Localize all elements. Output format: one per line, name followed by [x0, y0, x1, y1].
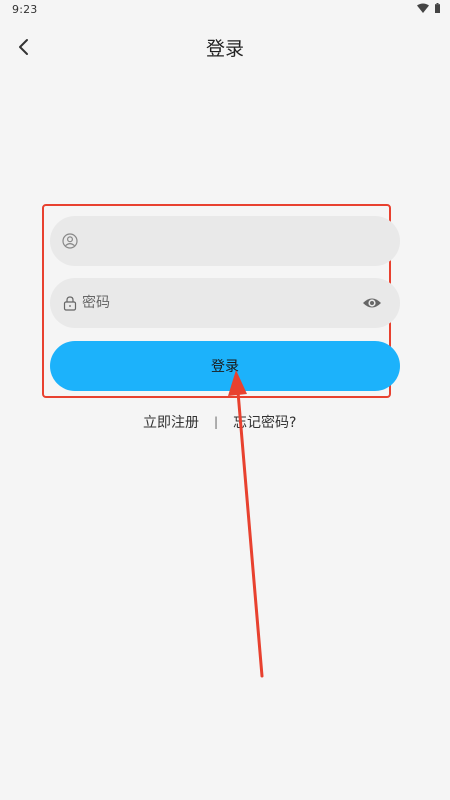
battery-icon: [435, 3, 440, 13]
status-bar: 9:23: [0, 0, 450, 20]
forgot-password-link[interactable]: 忘记密码?: [233, 412, 296, 432]
annotation-arrow: [228, 370, 264, 678]
wifi-icon: [417, 3, 429, 13]
password-field[interactable]: [50, 278, 400, 328]
links-separator: |: [214, 415, 219, 429]
status-time: 9:23: [12, 3, 38, 16]
password-input[interactable]: [82, 278, 352, 328]
page-title: 登录: [205, 38, 244, 60]
app-bar: 登录: [0, 22, 450, 72]
username-input[interactable]: [82, 216, 352, 266]
username-field[interactable]: [50, 216, 400, 266]
register-link[interactable]: 立即注册: [143, 412, 199, 432]
status-icons: [417, 3, 440, 13]
lock-icon: [62, 295, 78, 311]
eye-icon[interactable]: [362, 293, 382, 313]
links-row: 立即注册 | 忘记密码?: [0, 412, 450, 432]
login-button[interactable]: 登录: [50, 341, 400, 391]
user-icon: [62, 233, 78, 249]
